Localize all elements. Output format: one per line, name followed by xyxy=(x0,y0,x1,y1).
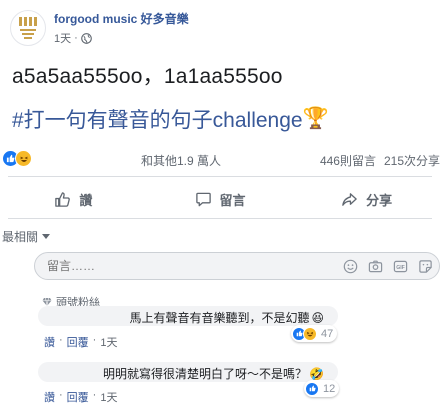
smile-icon[interactable] xyxy=(342,258,358,274)
separator-dot: · xyxy=(92,334,97,346)
rofl-emoji: 🤣 xyxy=(309,366,324,381)
post-header: forgood music 好多音樂 1天 · xyxy=(10,8,189,48)
sort-label: 最相關 xyxy=(2,230,39,244)
haha-reaction-icon xyxy=(15,150,32,167)
comment-count[interactable]: 446則留言 xyxy=(320,152,376,169)
comment-body: 明明就寫得很清楚明白了呀～不是嗎？ xyxy=(103,367,308,381)
composer-icons: GIF xyxy=(342,258,433,274)
comment-time[interactable]: 1天 xyxy=(100,389,117,405)
like-button[interactable]: 讚 xyxy=(0,182,147,216)
separator-dot: · xyxy=(59,389,63,401)
separator-dot: · xyxy=(74,32,78,44)
divider xyxy=(8,218,432,219)
thumbs-up-icon xyxy=(55,191,71,207)
comment-reply-link[interactable]: 回覆 xyxy=(67,389,89,405)
comment-sort-dropdown[interactable]: 最相關 xyxy=(2,228,51,245)
laugh-emoji: 😆 xyxy=(311,310,324,325)
share-count[interactable]: 215次分享 xyxy=(384,152,440,169)
comment-composer[interactable]: GIF xyxy=(34,252,440,280)
camera-icon[interactable] xyxy=(367,258,383,274)
gif-icon[interactable]: GIF xyxy=(392,258,408,274)
like-button-label: 讚 xyxy=(79,192,93,208)
post-meta: 1天 · xyxy=(54,30,189,46)
comment-like-link[interactable]: 讚 xyxy=(44,334,55,350)
share-button-label: 分享 xyxy=(366,192,393,208)
page-avatar[interactable] xyxy=(10,10,46,46)
reaction-count: 47 xyxy=(321,327,334,340)
hashtag-link[interactable]: #打一句有聲音的句子challenge xyxy=(12,104,303,134)
post-text-line1: a5a5aa555oo，1a1aa555oo xyxy=(12,65,283,88)
post-timestamp[interactable]: 1天 xyxy=(54,30,71,46)
comment-bubble: 馬上有聲音有音樂聽到，不是幻聽 😆 xyxy=(38,306,338,326)
sticker-icon[interactable] xyxy=(417,258,433,274)
caret-down-icon xyxy=(42,234,51,239)
trophy-emoji: 🏆 xyxy=(302,107,329,130)
comment-button[interactable]: 留言 xyxy=(147,182,294,216)
comment-button-label: 留言 xyxy=(219,192,246,208)
comment-time[interactable]: 1天 xyxy=(100,334,117,350)
comment-text: 馬上有聲音有音樂聽到，不是幻聽 😆 xyxy=(129,309,324,326)
engagement-counts: 446則留言 215次分享 xyxy=(320,152,440,169)
post-action-bar: 讚 留言 分享 xyxy=(0,182,440,216)
reaction-icons[interactable] xyxy=(2,150,32,167)
share-icon xyxy=(342,192,357,206)
comment-reply-link[interactable]: 回覆 xyxy=(67,334,89,350)
haha-reaction-icon xyxy=(303,326,317,341)
like-reaction-icon xyxy=(305,381,319,396)
comment-actions: 讚 · 回覆 · 1天 xyxy=(44,389,117,405)
divider xyxy=(8,176,432,177)
comment-reactions[interactable]: 12 xyxy=(304,380,340,397)
comment-text: 明明就寫得很清楚明白了呀～不是嗎？ 🤣 xyxy=(103,365,324,382)
comment-actions: 讚 · 回覆 · 1天 xyxy=(44,334,117,350)
comment-reactions[interactable]: 47 xyxy=(291,325,338,342)
page-name-link[interactable]: forgood music 好多音樂 xyxy=(54,10,189,27)
reaction-others-text[interactable]: 和其他1.9 萬人 xyxy=(141,152,221,169)
globe-icon[interactable] xyxy=(80,32,92,44)
comment-bubble: 明明就寫得很清楚明白了呀～不是嗎？ 🤣 xyxy=(38,362,338,382)
reaction-count: 12 xyxy=(323,382,336,395)
share-button[interactable]: 分享 xyxy=(293,182,440,216)
reactions-summary: 和其他1.9 萬人 446則留言 215次分享 xyxy=(0,150,440,168)
post-text-line2: #打一句有聲音的句子challenge 🏆 xyxy=(12,104,329,134)
comment-body: 馬上有聲音有音樂聽到，不是幻聽 xyxy=(129,311,310,325)
comment-icon xyxy=(195,192,211,206)
separator-dot: · xyxy=(59,334,63,346)
svg-text:GIF: GIF xyxy=(396,264,405,270)
forgood-logo-icon xyxy=(19,17,37,39)
comment-input[interactable] xyxy=(47,259,247,273)
comment-like-link[interactable]: 讚 xyxy=(44,389,55,405)
separator-dot: · xyxy=(92,389,97,401)
